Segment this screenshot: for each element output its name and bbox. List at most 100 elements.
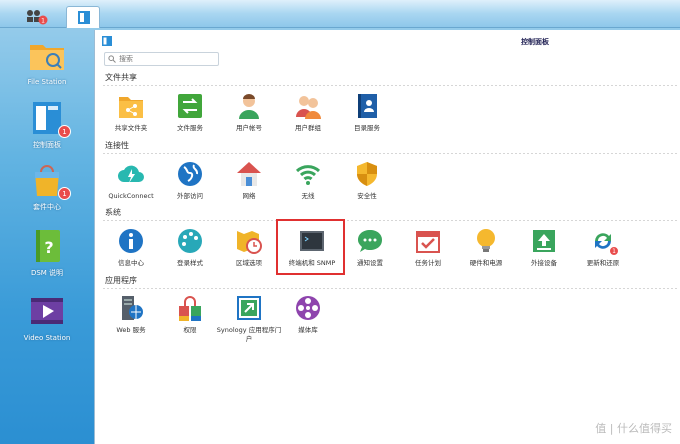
item-label: 文件服务 — [177, 124, 203, 132]
calendar-check-icon — [414, 227, 442, 255]
search-box[interactable] — [104, 52, 219, 66]
info-icon — [117, 227, 145, 255]
item-app-portal[interactable]: Synology 应用程序门户 — [216, 294, 282, 344]
item-label: 硬件和电源 — [469, 259, 503, 267]
item-label: 权限 — [183, 326, 197, 334]
item-update-restore[interactable]: 1 更新和还原 — [570, 227, 636, 268]
portal-arrow-icon — [235, 294, 263, 322]
lock-grid-icon — [176, 294, 204, 322]
section-divider — [103, 220, 677, 221]
section-divider — [103, 85, 677, 86]
main-menu-badge: 1 — [41, 18, 45, 25]
control-panel-icon — [78, 11, 90, 24]
desktop-label: 套件中心 — [33, 203, 61, 211]
lightbulb-icon — [472, 227, 500, 255]
item-label: QuickConnect — [108, 192, 154, 200]
item-shared-folder[interactable]: 共享文件夹 — [98, 92, 164, 133]
taskbar: 1 — [0, 0, 680, 28]
item-wireless[interactable]: 无线 — [275, 160, 341, 201]
globe-icon — [176, 160, 204, 188]
item-label: 外接设备 — [531, 259, 557, 267]
desktop-label: Video Station — [23, 334, 71, 342]
item-label: 媒体库 — [298, 326, 318, 334]
item-info-center[interactable]: 信息中心 — [98, 227, 164, 268]
apps-grid-icon: 1 — [27, 10, 48, 25]
item-label: Synology 应用程序门户 — [216, 326, 282, 343]
taskbar-control-panel-button[interactable] — [66, 6, 100, 28]
desktop-control-panel[interactable]: 1 控制面板 — [22, 100, 72, 150]
item-privileges[interactable]: 权限 — [157, 294, 223, 335]
item-user-account[interactable]: 用户帐号 — [216, 92, 282, 133]
window-header: 控制面板 — [95, 30, 680, 50]
item-label: Web 服务 — [116, 326, 146, 334]
item-notification[interactable]: 通知设置 — [337, 227, 403, 268]
item-security[interactable]: 安全性 — [334, 160, 400, 201]
item-label: 安全性 — [357, 192, 377, 200]
item-media-library[interactable]: 媒体库 — [275, 294, 341, 335]
shopping-bag-icon: 1 — [27, 162, 71, 200]
item-hardware-power[interactable]: 硬件和电源 — [453, 227, 519, 268]
svg-text:?: ? — [44, 238, 53, 257]
item-label: 外部访问 — [177, 192, 203, 200]
window-title: 控制面板 — [521, 38, 549, 46]
highlight-box — [276, 219, 345, 275]
item-user-group[interactable]: 用户群组 — [275, 92, 341, 133]
directory-icon — [353, 92, 381, 120]
item-login-style[interactable]: 登录样式 — [157, 227, 223, 268]
search-input[interactable] — [119, 54, 215, 64]
item-label: 登录样式 — [177, 259, 203, 267]
section-divider — [103, 288, 677, 289]
update-badge: 1 — [609, 246, 619, 256]
item-label: 区域选项 — [236, 259, 262, 267]
desktop-package-center[interactable]: 1 套件中心 — [22, 162, 72, 212]
film-reel-icon — [294, 294, 322, 322]
control-panel-icon: 1 — [27, 100, 71, 138]
item-task-scheduler[interactable]: 任务计划 — [395, 227, 461, 268]
user-icon — [235, 92, 263, 120]
desktop-label: File Station — [27, 78, 67, 86]
desktop-video-station[interactable]: Video Station — [22, 294, 72, 342]
item-label: 共享文件夹 — [114, 124, 148, 132]
desktop-label: DSM 说明 — [30, 269, 64, 277]
item-file-services[interactable]: 文件服务 — [157, 92, 223, 133]
desktop-dsm-help[interactable]: ? DSM 说明 — [22, 228, 72, 278]
shield-icon — [353, 160, 381, 188]
item-label: 通知设置 — [357, 259, 383, 267]
search-icon — [108, 55, 116, 63]
control-panel-icon — [102, 36, 112, 46]
item-regional-options[interactable]: 区域选项 — [216, 227, 282, 268]
palette-icon — [176, 227, 204, 255]
desktop-label: 控制面板 — [33, 141, 61, 149]
item-label: 信息中心 — [118, 259, 144, 267]
item-quickconnect[interactable]: QuickConnect — [98, 160, 164, 201]
section-title-apps: 应用程序 — [105, 276, 137, 285]
item-label: 更新和还原 — [586, 259, 620, 267]
network-house-icon — [235, 160, 263, 188]
section-title-system: 系统 — [105, 208, 121, 217]
help-book-icon: ? — [27, 228, 67, 264]
item-label: 任务计划 — [415, 259, 441, 267]
item-label: 无线 — [301, 192, 315, 200]
section-title-file-sharing: 文件共享 — [105, 73, 137, 82]
web-server-icon — [117, 294, 145, 322]
item-directory-service[interactable]: 目录服务 — [334, 92, 400, 133]
item-web-services[interactable]: Web 服务 — [98, 294, 164, 335]
wifi-icon — [294, 160, 322, 188]
item-network[interactable]: 网络 — [216, 160, 282, 201]
shared-folder-icon — [117, 92, 145, 120]
folder-icon — [27, 38, 67, 74]
control-panel-window: 控制面板 文件共享 共享文件夹 文件服务 用户帐号 用户群组 目录服务 连接性 … — [94, 30, 680, 444]
control-panel-badge: 1 — [58, 125, 71, 138]
map-clock-icon — [235, 227, 263, 255]
item-label: 目录服务 — [354, 124, 380, 132]
file-services-icon — [176, 92, 204, 120]
chat-bubble-icon — [356, 227, 384, 255]
main-menu-button[interactable]: 1 — [18, 4, 52, 26]
item-external-devices[interactable]: 外接设备 — [511, 227, 577, 268]
package-center-badge: 1 — [58, 187, 71, 200]
quickconnect-icon — [117, 160, 145, 188]
watermark: 值 | 什么值得买 — [595, 422, 672, 435]
desktop-file-station[interactable]: File Station — [22, 38, 72, 86]
item-external-access[interactable]: 外部访问 — [157, 160, 223, 201]
refresh-icon: 1 — [589, 227, 619, 256]
